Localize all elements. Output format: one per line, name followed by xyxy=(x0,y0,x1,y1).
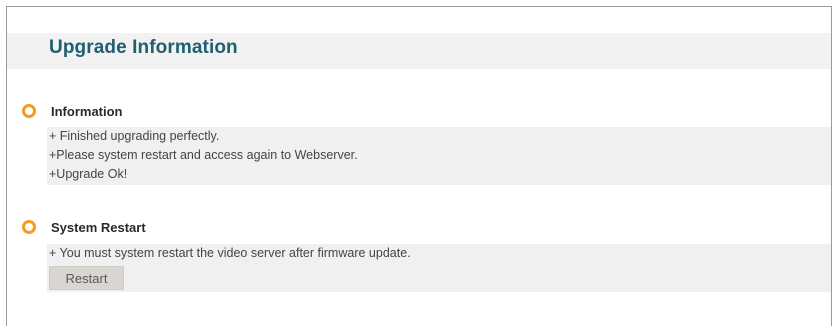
section-title-information: Information xyxy=(51,103,123,119)
info-line-2: +Please system restart and access again … xyxy=(49,148,358,162)
circle-bullet-icon xyxy=(22,220,36,234)
system-restart-panel: + You must system restart the video serv… xyxy=(47,244,831,292)
info-line-3: +Upgrade Ok! xyxy=(49,167,128,181)
section-header-system-restart: System Restart xyxy=(22,218,146,236)
info-line-1: + Finished upgrading perfectly. xyxy=(49,129,220,143)
circle-bullet-icon xyxy=(22,104,36,118)
section-header-information: Information xyxy=(22,102,123,120)
section-title-system-restart: System Restart xyxy=(51,219,146,235)
restart-note: + You must system restart the video serv… xyxy=(49,246,411,260)
page-title: Upgrade Information xyxy=(49,37,238,58)
restart-button[interactable]: Restart xyxy=(49,266,124,290)
information-panel: + Finished upgrading perfectly. +Please … xyxy=(47,127,831,185)
